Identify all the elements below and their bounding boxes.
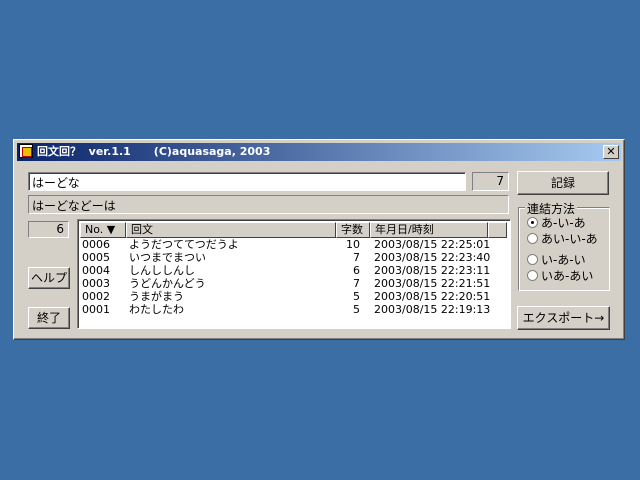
radio-icon[interactable] [527,233,538,244]
row-length: 7 [353,277,360,290]
palindrome-input[interactable]: はーどな [28,172,466,191]
row-text: しんししんし [129,264,195,277]
list-header: No. ▼ 回文 字数 年月日/時刻 [80,222,507,238]
row-text: うどんかんどう [129,277,206,290]
radio-icon[interactable] [527,254,538,265]
column-header-length[interactable]: 字数 [336,222,370,238]
title-bar[interactable]: 回文回？ ver.1.1 (C)aquasaga, 2003 ✕ [17,143,621,161]
help-button[interactable]: ヘルプ [28,267,70,289]
row-length: 5 [353,303,360,316]
join-option-label: あ-い-あ [541,216,586,230]
join-option-2[interactable]: あい-い-あ [527,232,598,246]
row-no: 0001 [82,303,110,316]
exit-button[interactable]: 終了 [28,307,70,329]
row-text: うまがまう [129,290,184,303]
join-option-1[interactable]: あ-い-あ [527,216,586,230]
export-button[interactable]: エクスポート→ [517,306,610,330]
row-length: 7 [353,251,360,264]
row-text: ようだつててつだうよ [129,238,239,251]
join-option-4[interactable]: いあ-あい [527,269,593,283]
radio-icon[interactable] [527,270,538,281]
history-list[interactable]: No. ▼ 回文 字数 年月日/時刻 0006 ようだつててつだうよ 10 20… [77,219,511,329]
join-option-label: あい-い-あ [541,232,598,246]
row-no: 0006 [82,238,110,251]
column-header-text[interactable]: 回文 [126,222,336,238]
record-button[interactable]: 記録 [517,171,609,195]
join-option-label: いあ-あい [541,269,594,283]
input-length-box: 7 [472,172,509,191]
input-value: はーどな [32,176,80,190]
join-option-label: い-あ-い [541,253,586,267]
row-no: 0004 [82,264,110,277]
row-date: 2003/08/15 22:21:51 [374,277,491,290]
row-text: いつまでまつい [129,251,206,264]
table-row[interactable]: 0003 うどんかんどう 7 2003/08/15 22:21:51 [80,277,507,290]
join-option-3[interactable]: い-あ-い [527,253,586,267]
column-header-date[interactable]: 年月日/時刻 [370,222,488,238]
table-row[interactable]: 0001 わたしたわ 5 2003/08/15 22:19:13 [80,303,507,316]
row-length: 6 [353,264,360,277]
row-no: 0002 [82,290,110,303]
row-date: 2003/08/15 22:23:11 [374,264,491,277]
row-date: 2003/08/15 22:19:13 [374,303,491,316]
row-no: 0003 [82,277,110,290]
join-method-label: 連結方法 [525,200,578,217]
app-icon[interactable] [19,144,33,158]
table-row[interactable]: 0005 いつまでまつい 7 2003/08/15 22:23:40 [80,251,507,264]
row-length: 10 [346,238,360,251]
result-value: はーどなどーは [32,199,116,213]
row-length: 5 [353,290,360,303]
table-row[interactable]: 0006 ようだつててつだうよ 10 2003/08/15 22:25:01 [80,238,507,251]
row-date: 2003/08/15 22:25:01 [374,238,491,251]
row-date: 2003/08/15 22:23:40 [374,251,491,264]
column-header-no[interactable]: No. ▼ [80,222,126,238]
table-row[interactable]: 0002 うまがまう 5 2003/08/15 22:20:51 [80,290,507,303]
history-count: 6 [56,222,64,236]
row-no: 0005 [82,251,110,264]
row-date: 2003/08/15 22:20:51 [374,290,491,303]
window-title: 回文回？ ver.1.1 (C)aquasaga, 2003 [37,145,271,158]
app-window: 回文回？ ver.1.1 (C)aquasaga, 2003 ✕ はーどな 7 … [13,139,625,340]
radio-selected-icon[interactable] [527,217,538,228]
input-length: 7 [496,174,504,188]
history-count-box: 6 [28,221,69,238]
close-button[interactable]: ✕ [603,145,619,159]
join-method-group: 連結方法 あ-い-あ あい-い-あ い-あ-い いあ-あい [518,200,610,291]
row-text: わたしたわ [129,303,184,316]
column-header-filler [488,222,507,238]
result-field: はーどなどーは [28,195,509,214]
table-row[interactable]: 0004 しんししんし 6 2003/08/15 22:23:11 [80,264,507,277]
